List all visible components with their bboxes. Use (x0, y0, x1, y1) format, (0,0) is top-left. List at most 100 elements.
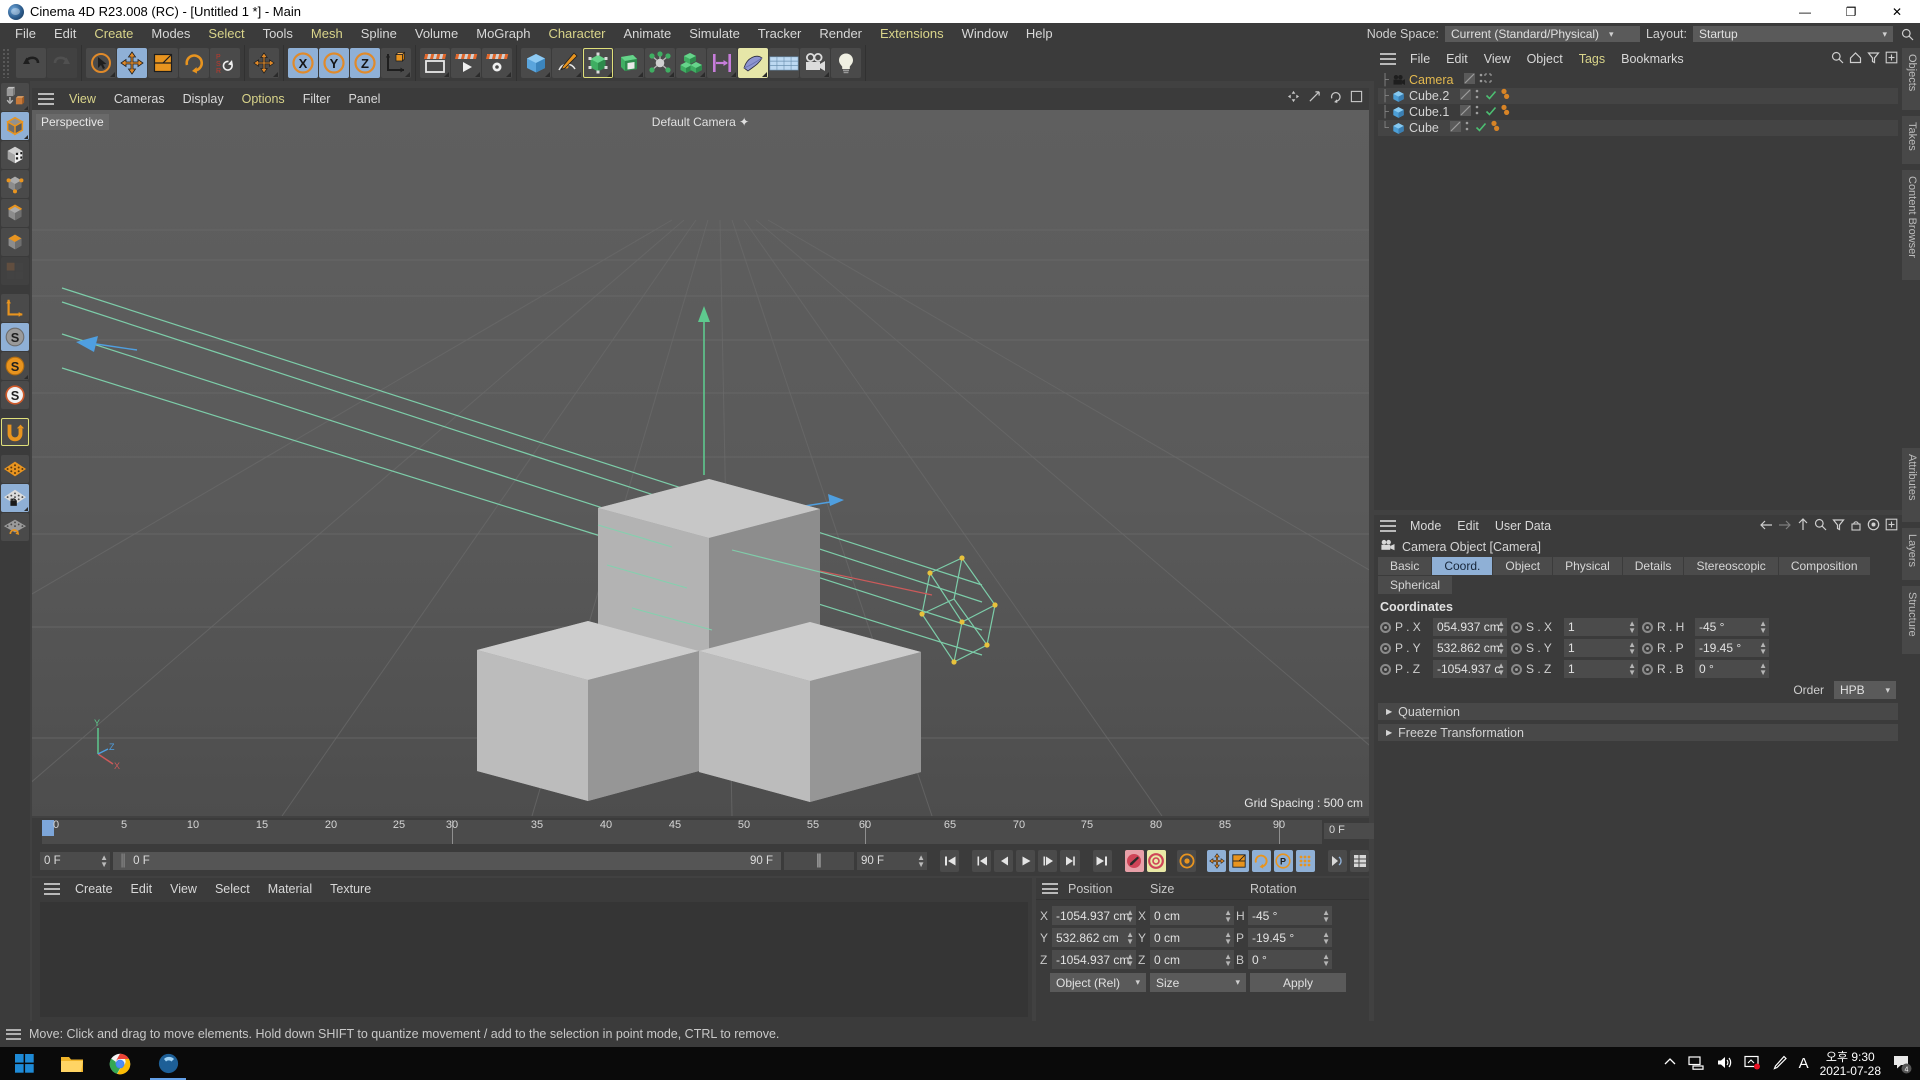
object-row-cube[interactable]: └ Cube (1378, 120, 1898, 136)
tab-object[interactable]: Object (1493, 557, 1553, 575)
viewport-menu-panel[interactable]: Panel (339, 92, 389, 106)
object-menu-tags[interactable]: Tags (1571, 52, 1613, 66)
viewport-3d-scene[interactable]: Perspective Default Camera ✦ Grid Spacin… (32, 110, 1369, 816)
position-key-button[interactable] (1207, 850, 1227, 872)
menu-create[interactable]: Create (85, 23, 142, 45)
plus-icon[interactable] (1885, 518, 1898, 534)
scene-environment-button[interactable] (645, 48, 675, 78)
model-mode-tool[interactable] (1, 112, 29, 140)
autokeying-button[interactable] (1146, 850, 1166, 872)
px-input[interactable]: 054.937 cm ▲ ▼ (1433, 618, 1507, 636)
rh-radio[interactable] (1642, 621, 1653, 633)
dock-tab-content-browser[interactable]: Content Browser (1902, 170, 1920, 280)
home-icon[interactable] (1849, 51, 1862, 67)
attribute-menu-edit[interactable]: Edit (1449, 519, 1487, 533)
sy-input[interactable]: 1 ▲ ▼ (1564, 639, 1638, 657)
filter-icon[interactable] (1832, 518, 1845, 534)
step-back-button[interactable] (994, 850, 1014, 872)
phong-tag-icon[interactable] (1485, 105, 1497, 120)
coord-rot-h-input[interactable]: -45 ° ▲ ▼ (1248, 906, 1332, 925)
tab-composition[interactable]: Composition (1778, 557, 1870, 575)
field-object-button[interactable] (707, 48, 737, 78)
object-menu-object[interactable]: Object (1519, 52, 1571, 66)
coordinates-mode-select[interactable]: Object (Rel) ▾ (1050, 973, 1146, 992)
viewport-panel-menu-icon[interactable] (38, 93, 54, 105)
visibility-dots-icon[interactable] (1459, 104, 1472, 120)
material-tag-icon[interactable] (1500, 88, 1514, 104)
planar-workplane-tool[interactable] (1, 513, 29, 541)
pz-input[interactable]: -1054.937 c ▲ ▼ (1433, 660, 1507, 678)
lock-icon[interactable] (1850, 518, 1862, 534)
material-menu-select[interactable]: Select (206, 882, 259, 896)
tab-spherical[interactable]: Spherical (1378, 576, 1453, 594)
menu-spline[interactable]: Spline (352, 23, 406, 45)
object-panel-menu-icon[interactable] (1380, 53, 1396, 65)
visibility-dots-icon[interactable] (1459, 88, 1472, 104)
tab-coord[interactable]: Coord. (1432, 557, 1493, 575)
go-to-next-key-button[interactable] (1060, 850, 1080, 872)
material-menu-view[interactable]: View (161, 882, 206, 896)
render-view-button[interactable] (420, 48, 450, 78)
scale-key-button[interactable] (1229, 850, 1249, 872)
menu-modes[interactable]: Modes (142, 23, 199, 45)
tab-stereoscopic[interactable]: Stereoscopic (1684, 557, 1778, 575)
animation-sound-button[interactable] (1327, 850, 1347, 872)
dock-tab-objects[interactable]: Objects (1902, 48, 1920, 110)
soft-selection-tool[interactable]: S (1, 352, 29, 380)
go-to-end-button[interactable] (1092, 850, 1112, 872)
record-active-objects-button[interactable] (1124, 850, 1144, 872)
current-frame-input[interactable]: 0 F ▲ ▼ (40, 852, 110, 870)
object-row-cube1[interactable]: ├ Cube.1 (1378, 104, 1898, 120)
viewport-solo-tool[interactable]: S (1, 381, 29, 409)
pan-view-icon[interactable] (1287, 90, 1300, 106)
material-tag-icon[interactable] (1500, 104, 1514, 120)
rb-input[interactable]: 0 ° ▲ ▼ (1695, 660, 1769, 678)
phong-tag-icon[interactable] (1485, 89, 1497, 104)
object-state-icon[interactable] (1465, 120, 1472, 136)
sz-radio[interactable] (1511, 663, 1522, 675)
menu-volume[interactable]: Volume (406, 23, 467, 45)
close-button[interactable]: ✕ (1874, 0, 1920, 23)
play-button[interactable] (1016, 850, 1036, 872)
notification-icon[interactable]: 4 (1892, 1054, 1912, 1074)
display-icon[interactable] (1743, 1055, 1761, 1073)
layout-select[interactable]: Startup ▾ (1693, 26, 1893, 42)
rotate-view-icon[interactable] (1329, 90, 1342, 106)
coord-size-z-input[interactable]: 0 cm ▲ ▼ (1150, 950, 1234, 969)
camera-object-button[interactable] (800, 48, 830, 78)
psr-reset-tool[interactable]: P S R (210, 48, 240, 78)
spline-pen-button[interactable] (552, 48, 582, 78)
light-object-button[interactable] (831, 48, 861, 78)
pen-icon[interactable] (1772, 1055, 1788, 1073)
parameter-key-button[interactable]: P (1273, 850, 1293, 872)
cube-primitive-button[interactable] (521, 48, 551, 78)
accordion-quaternion[interactable]: ▶ Quaternion (1378, 703, 1898, 720)
coordinates-apply-button[interactable]: Apply (1250, 973, 1346, 992)
forward-arrow-icon[interactable] (1778, 519, 1792, 534)
coordinates-panel-menu-icon[interactable] (1042, 883, 1058, 894)
menu-select[interactable]: Select (199, 23, 253, 45)
menu-tools[interactable]: Tools (254, 23, 302, 45)
phong-tag-icon[interactable] (1475, 121, 1487, 136)
coord-pos-z-input[interactable]: -1054.937 cm ▲ ▼ (1052, 950, 1136, 969)
py-radio[interactable] (1380, 642, 1391, 654)
search-icon[interactable] (1814, 518, 1827, 534)
material-menu-material[interactable]: Material (259, 882, 321, 896)
texture-mode-tool[interactable] (1, 141, 29, 169)
material-panel-menu-icon[interactable] (44, 883, 60, 895)
rotation-key-button[interactable] (1251, 850, 1271, 872)
undo-button[interactable] (16, 48, 46, 78)
coord-pos-x-input[interactable]: -1054.937 cm ▲ ▼ (1052, 906, 1136, 925)
dock-tab-structure[interactable]: Structure (1902, 586, 1920, 654)
sy-radio[interactable] (1511, 642, 1522, 654)
go-to-start-button[interactable] (939, 850, 960, 872)
preview-range-bar[interactable]: ║ 0 F 90 F (113, 852, 781, 870)
menu-edit[interactable]: Edit (45, 23, 85, 45)
volume-icon[interactable] (1716, 1055, 1733, 1073)
menu-simulate[interactable]: Simulate (680, 23, 749, 45)
lock-workplane-tool[interactable] (1, 484, 29, 512)
move-tool[interactable] (117, 48, 147, 78)
px-radio[interactable] (1380, 621, 1391, 633)
maximize-button[interactable]: ❐ (1828, 0, 1874, 23)
pz-radio[interactable] (1380, 663, 1391, 675)
